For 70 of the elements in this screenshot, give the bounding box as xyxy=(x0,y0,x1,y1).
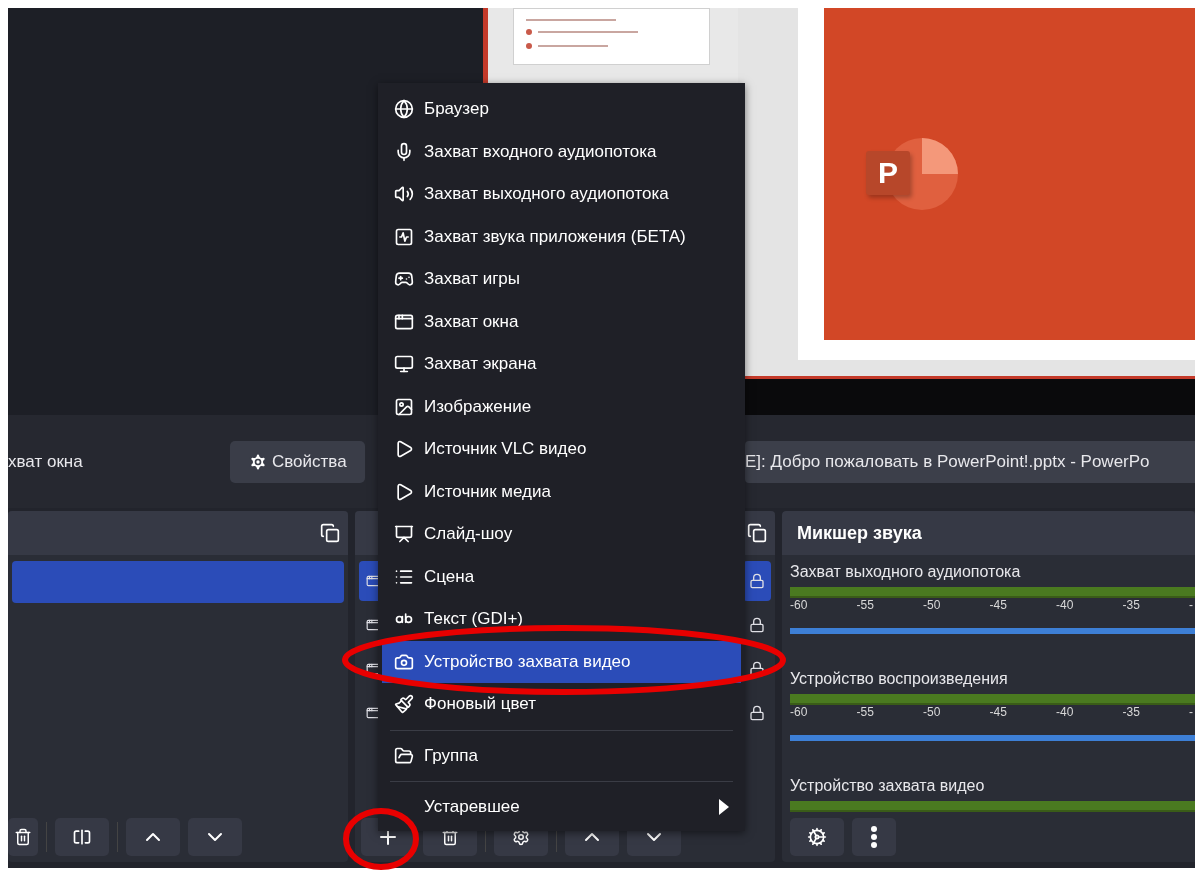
channel-name: Устройство захвата видео xyxy=(790,777,986,795)
menu-item[interactable]: Изображение xyxy=(382,385,741,428)
more-button[interactable] xyxy=(852,818,896,856)
meter-tick-label: -50 xyxy=(923,705,942,721)
menu-item-icon xyxy=(394,745,414,766)
menu-item[interactable]: Слайд-шоу xyxy=(382,513,741,556)
source-name: хват окна xyxy=(8,451,84,472)
undock-icon[interactable] xyxy=(320,523,340,543)
app-logo: P xyxy=(866,138,958,210)
lock-icon xyxy=(749,661,765,677)
menu-item-icon xyxy=(394,694,414,715)
menu-item[interactable]: Источник медиа xyxy=(382,470,741,513)
advanced-audio-button[interactable] xyxy=(790,818,844,856)
menu-item[interactable]: Группа xyxy=(382,734,741,777)
window-field[interactable]: E]: Добро пожаловать в PowerPoint!.pptx - PowerPo xyxy=(745,440,1195,483)
meter-tick-label: -55 xyxy=(856,598,875,614)
menu-item[interactable]: Захват звука приложения (БЕТА) xyxy=(382,215,741,258)
meter-tick-label: -35 xyxy=(1122,705,1141,721)
gear-icon xyxy=(807,827,827,847)
meter-tick-label: -60 xyxy=(790,598,809,614)
lock-icon xyxy=(749,617,765,633)
menu-item[interactable]: Источник VLC видео xyxy=(382,428,741,471)
submenu-arrow-icon xyxy=(719,799,729,816)
menu-item[interactable]: Фоновый цвет xyxy=(382,683,741,726)
meter-tick-label: - xyxy=(1189,705,1194,721)
menu-item[interactable]: Захват экрана xyxy=(382,343,741,386)
menu-item[interactable]: Захват входного аудиопотока xyxy=(382,130,741,173)
meter-tick-label: -45 xyxy=(989,598,1008,614)
meter-tick-label: -40 xyxy=(1056,705,1075,721)
settings-icon xyxy=(512,828,530,846)
menu-item[interactable]: Текст (GDI+) xyxy=(382,598,741,641)
menu-item-icon xyxy=(394,481,414,502)
filters-button[interactable] xyxy=(55,818,109,856)
channel-name: Захват выходного аудиопотока xyxy=(790,563,1022,581)
meter-tick-label: -35 xyxy=(1122,598,1141,614)
menu-item-icon xyxy=(394,226,414,247)
menu-item-icon xyxy=(394,184,414,205)
split-square-icon xyxy=(72,827,92,847)
volume-slider[interactable] xyxy=(790,735,1195,741)
menu-item[interactable]: Захват выходного аудиопотока xyxy=(382,173,741,216)
meter-tick-label: -45 xyxy=(989,705,1008,721)
menu-item-icon xyxy=(394,396,414,417)
menu-item-icon xyxy=(394,99,414,120)
lock-toggle[interactable] xyxy=(743,561,771,601)
channel-name: Устройство воспроизведения xyxy=(790,670,1009,688)
lock-icon xyxy=(749,573,765,589)
menu-item-icon xyxy=(394,439,414,460)
meter-tick-label: -50 xyxy=(923,598,942,614)
menu-item[interactable]: Сцена xyxy=(382,555,741,598)
menu-item[interactable]: Браузер xyxy=(382,88,741,131)
meter-tick-label: - xyxy=(1189,598,1194,614)
meter-tick-label: -55 xyxy=(856,705,875,721)
menu-item-icon xyxy=(394,354,414,375)
menu-item[interactable]: Устройство захвата видео xyxy=(382,640,741,683)
menu-item-icon xyxy=(394,524,414,545)
trash-icon xyxy=(14,828,32,846)
menu-item[interactable]: Захват окна xyxy=(382,300,741,343)
meter-tick-label: -60 xyxy=(790,705,809,721)
settings-icon xyxy=(248,451,268,472)
properties-button[interactable]: Свойства xyxy=(230,440,365,483)
volume-slider[interactable] xyxy=(790,628,1195,634)
more-icon xyxy=(871,826,877,848)
meter-tick-label: -40 xyxy=(1056,598,1075,614)
lock-icon xyxy=(749,705,765,721)
dock-title: Микшер звука xyxy=(797,522,922,544)
undock-icon[interactable] xyxy=(747,523,767,543)
menu-item-icon xyxy=(394,141,414,162)
menu-item[interactable]: Устаревшее xyxy=(382,786,741,829)
remove-button[interactable] xyxy=(8,818,38,856)
menu-item[interactable]: Захват игры xyxy=(382,258,741,301)
